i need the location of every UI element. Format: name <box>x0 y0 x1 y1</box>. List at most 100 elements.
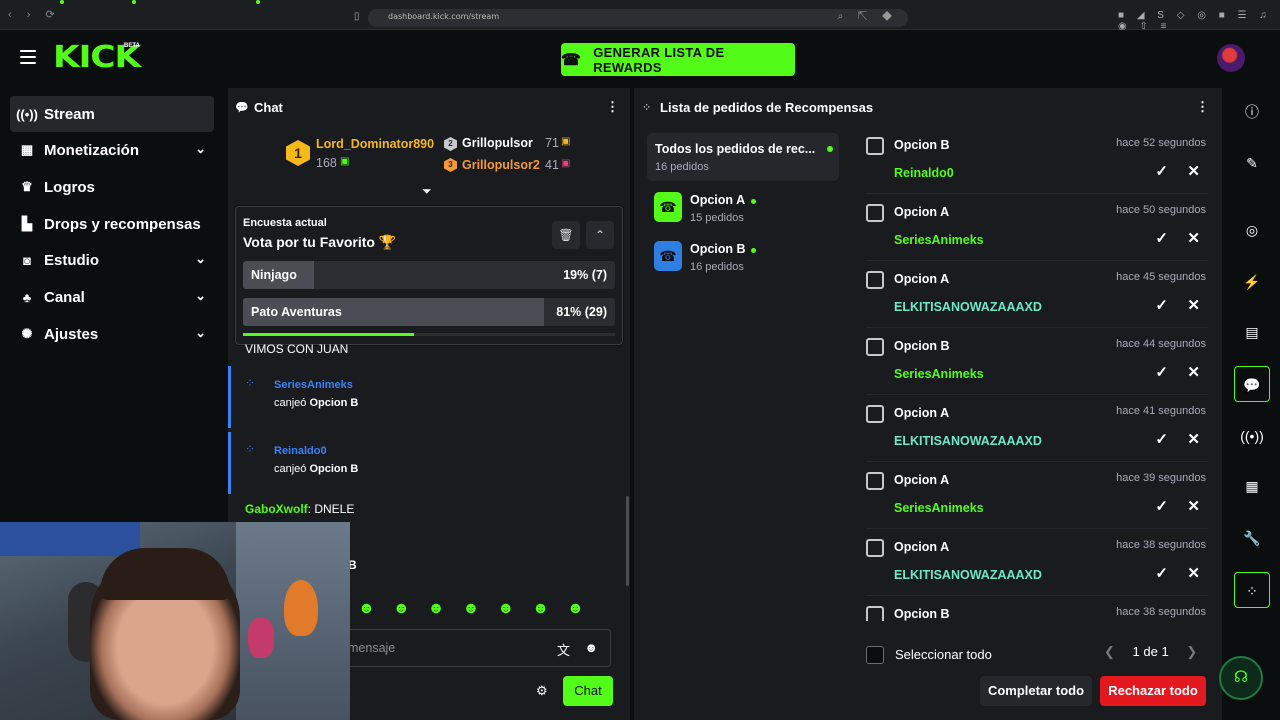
leader-3-name[interactable]: Grillopulsor2 <box>462 158 540 172</box>
chat-scrollbar[interactable] <box>626 496 629 586</box>
request-user[interactable]: ELKITISANOWAZAAAXD <box>894 434 1042 448</box>
wrench-icon[interactable]: 🔧 <box>1234 520 1270 556</box>
chat-settings-icon[interactable]: ⚙ <box>536 683 548 699</box>
avatar[interactable] <box>1217 44 1245 72</box>
url-action-icons[interactable]: ⌕ ⇱ ◆ <box>838 11 898 22</box>
info-icon[interactable]: ⓘ <box>1234 94 1270 130</box>
emoji-icon[interactable]: ☻ <box>584 640 598 655</box>
translate-icon[interactable]: 文 <box>557 640 570 659</box>
request-checkbox[interactable] <box>866 405 884 423</box>
all-requests-label: Todos los pedidos de rec... <box>655 142 816 156</box>
chevron-down-icon[interactable]: ⌄ <box>195 141 206 157</box>
generate-rewards-button[interactable]: ☎ GENERAR LISTA DE REWARDS <box>561 43 795 76</box>
select-all-label[interactable]: Seleccionar todo <box>895 647 992 662</box>
chevron-down-icon[interactable]: ⌄ <box>195 288 206 304</box>
category-opcion-b[interactable]: ☎ Opcion B 16 pedidos <box>654 241 834 279</box>
menu-icon[interactable] <box>20 50 36 64</box>
next-page-icon[interactable]: ❯ <box>1186 644 1197 659</box>
collapse-poll-button[interactable]: ⌃ <box>586 221 614 249</box>
reject-all-button[interactable]: Rechazar todo <box>1100 676 1206 706</box>
approve-check-icon[interactable]: ✓ <box>1155 296 1168 314</box>
request-user[interactable]: ELKITISANOWAZAAAXD <box>894 568 1042 582</box>
request-checkbox[interactable] <box>866 137 884 155</box>
poll-option[interactable]: Pato Aventuras 81% (29) <box>243 298 615 326</box>
camera-focus-icon[interactable]: ◎ <box>1234 212 1270 248</box>
chat-send-button[interactable]: Chat <box>563 676 613 706</box>
rewards-icon: ⁘ <box>642 102 652 114</box>
lightning-icon[interactable]: ⚡ <box>1234 264 1270 300</box>
approve-check-icon[interactable]: ✓ <box>1155 564 1168 582</box>
request-checkbox[interactable] <box>866 338 884 356</box>
request-checkbox[interactable] <box>866 271 884 289</box>
category-opcion-a[interactable]: ☎ Opcion A 15 pedidos <box>654 192 834 230</box>
reject-close-icon[interactable]: ✕ <box>1187 162 1200 180</box>
redemption-message: ⁘ Reinaldo0 canjeó Opcion B <box>228 432 630 494</box>
poll-subtitle: Encuesta actual <box>243 217 327 229</box>
chat-bubble-icon[interactable]: 💬 <box>1234 366 1270 402</box>
reject-close-icon[interactable]: ✕ <box>1187 296 1200 314</box>
reject-close-icon[interactable]: ✕ <box>1187 497 1200 515</box>
delete-poll-button[interactable]: 🗑 <box>552 221 580 249</box>
reject-close-icon[interactable]: ✕ <box>1187 363 1200 381</box>
layout-icon[interactable]: ▦ <box>1234 468 1270 504</box>
approve-check-icon[interactable]: ✓ <box>1155 229 1168 247</box>
sidebar-item-ajustes[interactable]: ✺ Ajustes ⌄ <box>10 316 214 352</box>
approve-check-icon[interactable]: ✓ <box>1155 162 1168 180</box>
chat-menu-icon[interactable]: ⋮ <box>606 99 619 115</box>
approve-check-icon[interactable]: ✓ <box>1155 430 1168 448</box>
request-checkbox[interactable] <box>866 472 884 490</box>
sidebar-item-canal[interactable]: ♣ Canal ⌄ <box>10 279 214 315</box>
approve-check-icon[interactable]: ✓ <box>1155 363 1168 381</box>
browser-nav-buttons[interactable]: ‹ › ⟳ <box>8 8 61 21</box>
request-user[interactable]: SeriesAnimeks <box>894 367 984 381</box>
prev-page-icon[interactable]: ❮ <box>1104 644 1115 659</box>
all-requests-filter[interactable]: Todos los pedidos de rec... 16 pedidos <box>647 133 839 181</box>
select-all-checkbox[interactable] <box>866 646 884 664</box>
monetization-icon: ▦ <box>20 142 34 157</box>
bookmark-icon[interactable]: ▯ <box>354 11 360 22</box>
sidebar-item-estudio[interactable]: ◙ Estudio ⌄ <box>10 242 214 278</box>
chevron-down-icon[interactable]: ⌄ <box>195 325 206 341</box>
poll-option[interactable]: Ninjago 19% (7) <box>243 261 615 289</box>
rewards-rail-icon[interactable]: ⁘ <box>1234 572 1270 608</box>
address-bar[interactable]: dashboard.kick.com/stream ⌕ ⇱ ◆ <box>368 9 908 27</box>
chat-username[interactable]: GaboXwolf <box>245 502 308 516</box>
sidebar-item-stream[interactable]: ((•)) Stream <box>10 96 214 132</box>
sidebar-item-logros[interactable]: ♛ Logros <box>10 169 214 205</box>
sidebar-item-monetizacion[interactable]: ▦ Monetización ⌄ <box>10 132 214 168</box>
broadcast-icon[interactable]: ((•)) <box>1234 418 1270 454</box>
request-user[interactable]: SeriesAnimeks <box>894 233 984 247</box>
complete-all-button[interactable]: Completar todo <box>980 676 1092 706</box>
reject-close-icon[interactable]: ✕ <box>1187 430 1200 448</box>
request-user[interactable]: SeriesAnimeks <box>894 501 984 515</box>
webcam-overlay <box>0 522 350 720</box>
chat-icon: 💬 <box>235 102 249 114</box>
sidebar-item-drops[interactable]: ▙ Drops y recompensas <box>10 206 214 242</box>
support-headset-icon[interactable]: ☊ <box>1219 656 1263 700</box>
request-user[interactable]: Reinaldo0 <box>894 166 954 180</box>
right-rail: ⓘ ✎ ◎ ⚡ ▤ 💬 ((•)) ▦ 🔧 ⁘ <box>1222 88 1280 720</box>
chat-text: DNELE <box>314 502 355 516</box>
reject-close-icon[interactable]: ✕ <box>1187 564 1200 582</box>
reject-close-icon[interactable]: ✕ <box>1187 229 1200 247</box>
request-checkbox[interactable] <box>866 539 884 557</box>
document-icon[interactable]: ▤ <box>1234 314 1270 350</box>
collapse-arrow-icon[interactable]: ⏷ <box>422 184 432 199</box>
leader-1-name[interactable]: Lord_Dominator890 <box>316 137 434 151</box>
browser-toolbar: ‹ › ⟳ ▯ dashboard.kick.com/stream ⌕ ⇱ ◆ … <box>0 0 1280 32</box>
redemption-user[interactable]: Reinaldo0 <box>274 445 327 457</box>
approve-check-icon[interactable]: ✓ <box>1155 497 1168 515</box>
request-time: hace 50 segundos <box>1116 204 1206 216</box>
rewards-menu-icon[interactable]: ⋮ <box>1196 99 1209 115</box>
extension-icons[interactable]: ■ ◢ S ◇ ◎ ■ ☰ ♫ ◉ ⇧ ≡ <box>1118 10 1280 32</box>
chat-message-input[interactable]: mensaje 文 ☻ <box>343 629 611 667</box>
emote-row[interactable]: ☻☻☻☻☻☻☻ <box>358 600 602 618</box>
request-user[interactable]: ELKITISANOWAZAAAXD <box>894 300 1042 314</box>
edit-icon[interactable]: ✎ <box>1234 145 1270 181</box>
request-checkbox[interactable] <box>866 204 884 222</box>
leader-2-name[interactable]: Grillopulsor <box>462 136 533 150</box>
redemption-user[interactable]: SeriesAnimeks <box>274 379 353 391</box>
chevron-down-icon[interactable]: ⌄ <box>195 251 206 267</box>
request-checkbox[interactable] <box>866 606 884 621</box>
active-dot <box>751 248 756 253</box>
